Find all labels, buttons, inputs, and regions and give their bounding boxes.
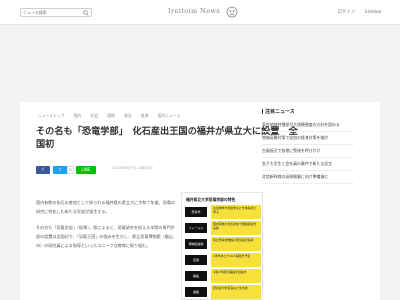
infographic-row: 博物館連携 県立恐竜博物館の研究員が指導 — [185, 237, 261, 251]
infographic-label: 定員 — [185, 255, 207, 265]
infographic-text: 1学年あたり30人程度を予定 — [211, 253, 261, 267]
site-header: Ireitoim News ログイン Sidebar — [0, 0, 400, 25]
breadcrumb: ニューストップ 国内 社会 国際 政治 経済 国内ニュース — [38, 113, 188, 119]
logo-text: Ireitoim News — [168, 7, 221, 15]
infographic-text: 古生物学や地質学などを体系的に学ぶ — [211, 205, 261, 219]
infographic-row: 定員 1学年あたり30人程度を予定 — [185, 253, 261, 267]
sidebar-link[interactable]: Sidebar — [365, 10, 382, 15]
line-share-button[interactable]: LINE — [76, 166, 96, 174]
infographic-label: 開設 — [185, 271, 207, 281]
breadcrumb-item[interactable]: 国内ニュース — [158, 113, 181, 118]
ad-area — [0, 26, 400, 102]
infographic-row: 開設 令和7年度の開設を目指す — [185, 269, 261, 283]
sidebar-news-item[interactable]: 女子大学生と会社員の事件で新たな証言 — [262, 158, 354, 171]
breadcrumb-item[interactable]: 政治 — [124, 113, 132, 118]
site-logo[interactable]: Ireitoim News — [168, 6, 240, 19]
sidebar: 注目ニュース 東京地検特捜部が大規模捜査の方針を固める 物価高騰対策で追加の経済… — [262, 108, 354, 184]
infographic-row: 進路 研究者や学芸員などを育成 — [185, 285, 261, 299]
twitter-share-button[interactable]: t — [53, 166, 67, 174]
infographic-text: 県立恐竜博物館の研究員が指導 — [211, 237, 261, 251]
infographic-text: 国内有数の化石産地で発掘調査を実施 — [211, 221, 261, 235]
infographic-row: フィールド 国内有数の化石産地で発掘調査を実施 — [185, 221, 261, 235]
breadcrumb-item[interactable]: 国際 — [107, 113, 115, 118]
breadcrumb-item[interactable]: 社会 — [90, 113, 98, 118]
login-link[interactable]: ログイン — [337, 10, 355, 15]
sidebar-news-item[interactable]: 台風接近で各地に警戒を呼びかけ — [262, 145, 354, 158]
search-icon[interactable] — [83, 10, 89, 16]
sidebar-news-item[interactable]: 物価高騰対策で追加の経済対策を検討 — [262, 132, 354, 145]
logo-mascot-icon — [226, 6, 238, 18]
breadcrumb-item[interactable]: ニューストップ — [38, 113, 64, 118]
search-box[interactable] — [20, 8, 92, 17]
infographic-text: 研究者や学芸員などを育成 — [211, 285, 261, 299]
header-links: ログイン Sidebar — [329, 9, 382, 15]
infographic-text: 令和7年度の開設を目指す — [211, 269, 261, 283]
infographic-row: 恐竜学 古生物学や地質学などを体系的に学ぶ — [185, 205, 261, 219]
article-paragraph: 国内有数の化石の産地として知られる福井県の県立大に令和７年度、恐竜の研究に特化し… — [36, 200, 176, 214]
article-date: 2023年6月7日 12時34分 — [112, 166, 153, 170]
share-count: 0 — [67, 166, 74, 174]
infographic-label: フィールド — [185, 223, 207, 233]
breadcrumb-item[interactable]: 国内 — [74, 113, 82, 118]
infographic-label: 恐竜学 — [185, 207, 207, 217]
sidebar-news-item[interactable]: 北陸新幹線の延伸開業に向け準備進む — [262, 171, 354, 184]
search-input[interactable] — [23, 9, 81, 16]
article-paragraph: その名も「恐竜学部」（仮称）。県によると、恐竜研究を担える学際の専門学部の設置は… — [36, 225, 175, 248]
facebook-share-button[interactable]: f — [36, 166, 50, 174]
article-body: 国内有数の化石の産地として知られる福井県の県立大に令和７年度、恐竜の研究に特化し… — [36, 198, 178, 257]
infographic-label: 進路 — [185, 287, 207, 297]
infographic-title: 福井県立大学恐竜学部の特色 — [186, 197, 236, 202]
sidebar-heading: 注目ニュース — [262, 108, 354, 115]
infographic: 福井県立大学恐竜学部の特色 恐竜学 古生物学や地質学などを体系的に学ぶ フィール… — [181, 192, 263, 300]
infographic-label: 博物館連携 — [185, 239, 207, 249]
breadcrumb-item[interactable]: 経済 — [141, 113, 149, 118]
sidebar-news-item[interactable]: 東京地検特捜部が大規模捜査の方針を固める — [262, 119, 354, 132]
